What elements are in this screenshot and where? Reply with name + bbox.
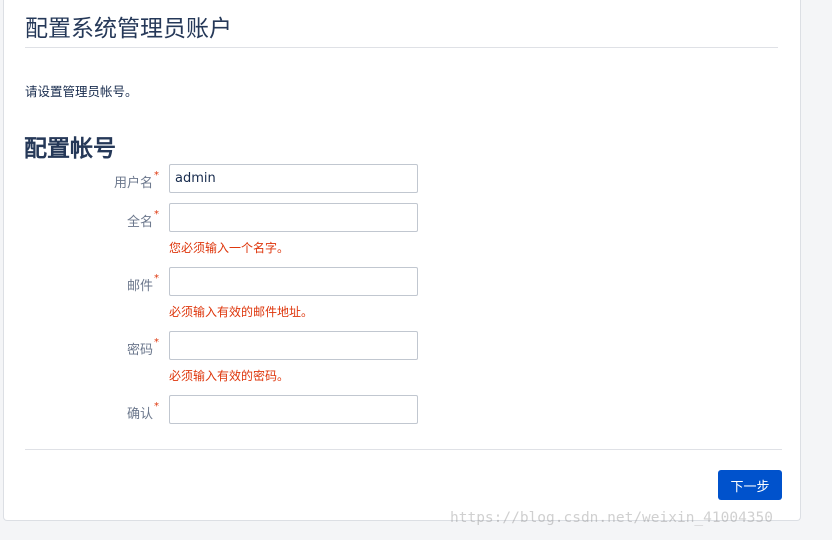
- required-mark: *: [154, 273, 159, 284]
- password-label-text: 密码: [126, 343, 153, 358]
- username-input[interactable]: [169, 164, 418, 193]
- username-label-text: 用户名: [113, 176, 153, 191]
- username-label: 用户名*: [9, 170, 159, 191]
- fullname-error: 您必须输入一个名字。: [169, 241, 290, 255]
- email-label: 邮件*: [9, 273, 159, 294]
- email-error: 必须输入有效的邮件地址。: [169, 305, 314, 319]
- fullname-label: 全名*: [9, 209, 159, 230]
- footer-divider: [25, 449, 782, 450]
- fullname-input[interactable]: [169, 203, 418, 232]
- page-title: 配置系统管理员账户: [25, 16, 232, 42]
- email-input[interactable]: [169, 267, 418, 296]
- title-divider: [25, 47, 778, 48]
- required-mark: *: [154, 170, 159, 181]
- required-mark: *: [154, 401, 159, 412]
- confirm-label-text: 确认: [126, 407, 153, 422]
- password-input[interactable]: [169, 331, 418, 360]
- password-label: 密码*: [9, 337, 159, 358]
- required-mark: *: [154, 337, 159, 348]
- confirm-label: 确认*: [9, 401, 159, 422]
- required-mark: *: [154, 209, 159, 220]
- confirm-password-input[interactable]: [169, 395, 418, 424]
- section-title: 配置帐号: [24, 136, 116, 162]
- email-label-text: 邮件: [126, 279, 153, 294]
- setup-panel: 配置系统管理员账户 请设置管理员帐号。 配置帐号 用户名* 全名* 您必须输入一…: [3, 0, 801, 521]
- fullname-label-text: 全名: [126, 215, 153, 230]
- intro-text: 请设置管理员帐号。: [25, 84, 138, 99]
- watermark: https://blog.csdn.net/weixin_41004350: [450, 510, 774, 526]
- next-button[interactable]: 下一步: [718, 470, 782, 500]
- password-error: 必须输入有效的密码。: [169, 369, 290, 383]
